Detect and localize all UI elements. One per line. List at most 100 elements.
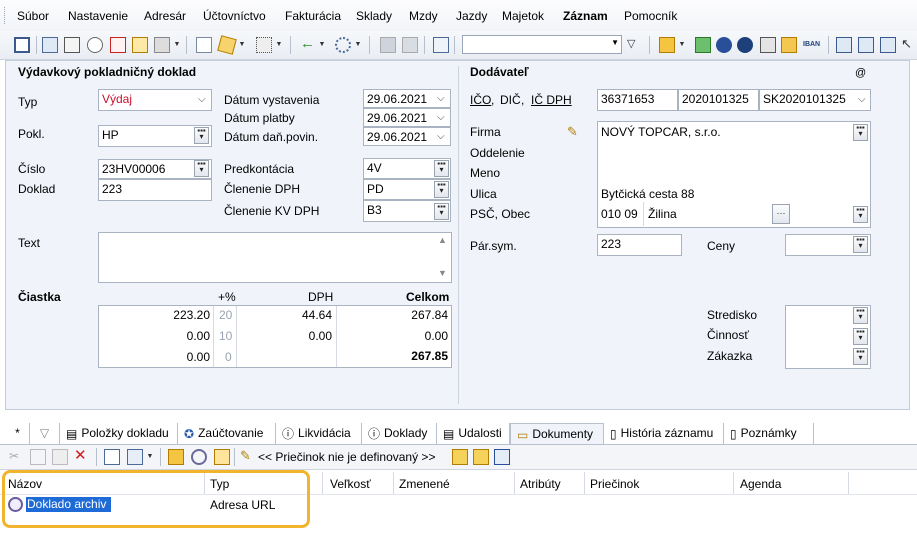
copy-icon[interactable] [42, 37, 58, 53]
cut-icon[interactable]: ✂ [9, 449, 25, 465]
menu-pomocnik[interactable]: Pomocník [624, 9, 677, 23]
help-pointer-icon[interactable]: ↖ [901, 37, 917, 53]
tab-historia-zaznamu[interactable]: ▯ História záznamu [604, 423, 724, 444]
preview-icon[interactable] [87, 37, 103, 53]
chevron-down-icon[interactable]: ▼ [318, 37, 326, 53]
arrow-left-icon[interactable]: ← [300, 36, 316, 53]
chevron-down-icon[interactable]: ▼ [238, 37, 246, 53]
brush-icon[interactable] [217, 35, 237, 55]
dic-input[interactable]: 2020101325 [678, 89, 759, 111]
window-icon[interactable] [836, 37, 852, 53]
menu-jazdy[interactable]: Jazdy [456, 9, 487, 23]
filter-icon[interactable]: ▽ [627, 37, 643, 53]
mail-icon[interactable] [494, 449, 510, 465]
euro-icon[interactable] [716, 37, 732, 53]
export-icon[interactable] [132, 37, 148, 53]
tab-udalosti[interactable]: ▤ Udalosti [437, 423, 510, 444]
form-view-icon[interactable] [14, 37, 30, 53]
money-icon[interactable] [695, 37, 711, 53]
text-area[interactable] [98, 232, 452, 283]
menu-adresar[interactable]: Adresár [144, 9, 186, 23]
scroll-up-icon[interactable]: ▲ [438, 235, 447, 245]
row3-base[interactable]: 0.00 [150, 350, 210, 364]
buildings-icon[interactable] [781, 37, 797, 53]
col-velkost[interactable]: Veľkosť [330, 477, 371, 491]
menu-subor[interactable]: Súbor [17, 9, 49, 23]
chevron-down-icon[interactable]: ▼ [678, 37, 686, 53]
menu-uctovnictvo[interactable]: Účtovníctvo [203, 9, 266, 23]
icdph-input[interactable]: SK2020101325 [759, 89, 871, 111]
ceny-lookup-button[interactable]: ▪▪▪ ▾ [853, 236, 868, 253]
chevron-down-icon[interactable]: ▼ [354, 37, 362, 53]
ulica-value[interactable]: Bytčická cesta 88 [601, 187, 694, 201]
settings-gear-icon[interactable] [335, 37, 351, 53]
menu-fakturacia[interactable]: Fakturácia [285, 9, 341, 23]
folder-icon[interactable] [659, 37, 675, 53]
tab-poznamky[interactable]: ▯ Poznámky [724, 423, 814, 444]
tab-dokumenty[interactable]: ▭ Dokumenty [510, 423, 604, 444]
psc-value[interactable]: 010 09 [601, 207, 638, 221]
chevron-down-icon[interactable]: ⌵ [437, 112, 445, 123]
address-book-icon[interactable]: ✎ [567, 124, 578, 140]
menu-zaznam[interactable]: Záznam [563, 9, 608, 23]
delete-icon[interactable]: ✕ [74, 448, 90, 464]
obec-lookup-button[interactable]: ··· [772, 204, 790, 224]
col-zmenene[interactable]: Zmenené [399, 477, 450, 491]
row2-celkom[interactable]: 0.00 [388, 329, 448, 343]
duplicate-icon[interactable] [433, 37, 449, 53]
zakazka-lookup-button[interactable]: ▪▪▪ ▾ [853, 348, 868, 365]
save-icon[interactable] [380, 37, 396, 53]
fax-icon[interactable] [154, 37, 170, 53]
open-folder-icon[interactable] [168, 449, 184, 465]
tab-likvidacia[interactable]: ⓘ Likvidácia [276, 423, 362, 444]
toolbar-search-combo[interactable]: ▼ [462, 35, 622, 54]
menu-nastavenie[interactable]: Nastavenie [68, 9, 128, 23]
folder-new-icon[interactable] [473, 449, 489, 465]
copy-icon[interactable] [30, 449, 46, 465]
search-folder-icon[interactable] [214, 449, 230, 465]
predkontacia-lookup-button[interactable]: ▪▪▪ ▾ [434, 160, 449, 177]
ico-input[interactable]: 36371653 [597, 89, 678, 111]
tab-star[interactable]: * [6, 423, 30, 444]
col-priecinok[interactable]: Priečinok [590, 477, 639, 491]
obec-dropdown-button[interactable]: ▪▪▪ ▾ [853, 206, 868, 223]
obec-value[interactable]: Žilina [648, 207, 677, 221]
firma-lookup-button[interactable]: ▪▪▪ ▾ [853, 124, 868, 141]
chevron-down-icon[interactable]: ▼ [275, 37, 283, 53]
icdph-link[interactable]: IČ DPH [531, 93, 572, 107]
chevron-down-icon[interactable]: ⌵ [858, 94, 866, 105]
link-icon[interactable] [191, 449, 207, 465]
disk-icon[interactable] [402, 37, 418, 53]
row2-dph[interactable]: 0.00 [272, 329, 332, 343]
window-tile-icon[interactable] [880, 37, 896, 53]
tab-filter[interactable]: ▽ [30, 423, 60, 444]
clenenie-dph-lookup-button[interactable]: ▪▪▪ ▾ [434, 181, 449, 198]
ico-link[interactable]: IČO [470, 93, 491, 107]
clenenie-kv-dph-lookup-button[interactable]: ▪▪▪ ▾ [434, 203, 449, 220]
new-document-icon[interactable] [196, 37, 212, 53]
cinnost-lookup-button[interactable]: ▪▪▪ ▾ [853, 328, 868, 345]
row1-dph[interactable]: 44.64 [272, 308, 332, 322]
pencil-icon[interactable]: ✎ [240, 448, 256, 464]
paste-icon[interactable] [52, 449, 68, 465]
print-icon[interactable] [64, 37, 80, 53]
folder-up-icon[interactable] [452, 449, 468, 465]
doklad-input[interactable]: 223 [98, 179, 212, 201]
chevron-down-icon[interactable]: ▼ [173, 37, 181, 53]
menu-sklady[interactable]: Sklady [356, 9, 392, 23]
window-list-icon[interactable] [858, 37, 874, 53]
email-at-icon[interactable]: @ [855, 67, 866, 79]
parsym-input[interactable]: 223 [597, 234, 682, 256]
new-file-icon[interactable] [104, 449, 120, 465]
row2-base[interactable]: 0.00 [150, 329, 210, 343]
col-atributy[interactable]: Atribúty [520, 477, 561, 491]
details-icon[interactable] [127, 449, 143, 465]
chevron-down-icon[interactable]: ▼ [146, 449, 154, 465]
calculator-icon[interactable] [760, 37, 776, 53]
currency-icon[interactable] [737, 37, 753, 53]
chevron-down-icon[interactable]: ⌵ [437, 93, 445, 104]
tab-zauctovanie[interactable]: ✪ Zaúčtovanie [178, 423, 276, 444]
tab-doklady[interactable]: ⓘ Doklady [362, 423, 437, 444]
scroll-down-icon[interactable]: ▼ [438, 268, 447, 278]
row1-celkom[interactable]: 267.84 [388, 308, 448, 322]
